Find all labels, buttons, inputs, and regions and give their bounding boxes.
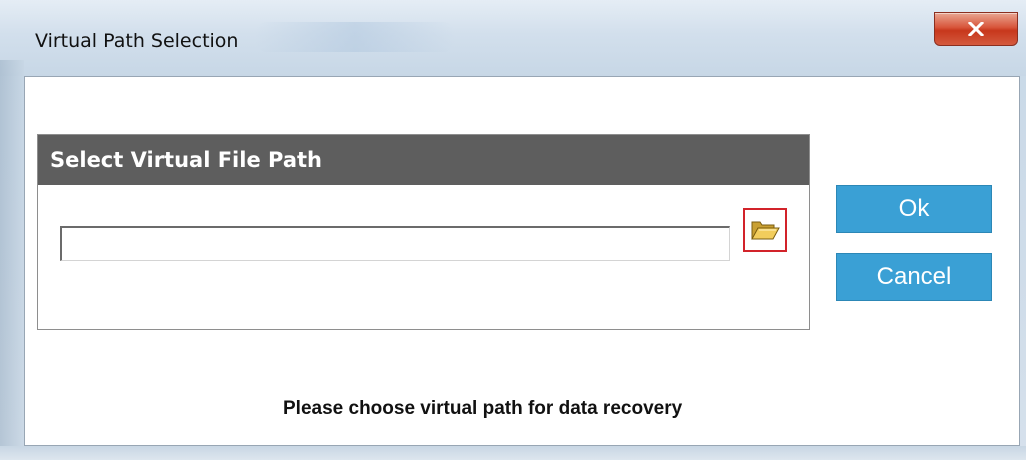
group-header-label: Select Virtual File Path <box>50 148 322 172</box>
folder-open-icon <box>751 221 780 240</box>
ok-button[interactable]: Ok <box>836 185 992 233</box>
group-header: Select Virtual File Path <box>38 135 809 185</box>
status-message: Please choose virtual path for data reco… <box>283 398 683 419</box>
dialog-window: Virtual Path Selection Select Virtual Fi… <box>0 0 1026 460</box>
virtual-path-group: Select Virtual File Path <box>37 134 810 330</box>
title-bar[interactable]: Virtual Path Selection <box>0 0 1026 76</box>
window-title: Virtual Path Selection <box>35 30 239 52</box>
virtual-path-input[interactable] <box>60 226 730 261</box>
close-button[interactable] <box>934 12 1018 46</box>
browse-folder-button[interactable] <box>743 208 787 252</box>
window-frame-bottom <box>0 446 1026 460</box>
cancel-button[interactable]: Cancel <box>836 253 992 301</box>
close-x-icon <box>968 22 984 36</box>
window-frame-edge <box>0 60 24 460</box>
dialog-body: Select Virtual File Path Ok Cancel Pleas… <box>24 76 1020 446</box>
title-bar-glass-reflection <box>255 22 455 52</box>
